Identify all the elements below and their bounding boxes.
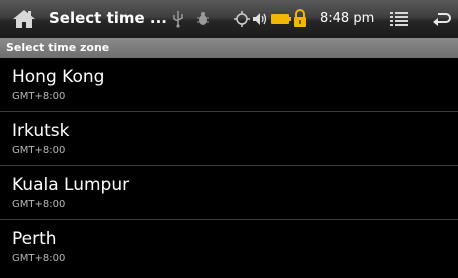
timezone-name: Kuala Lumpur <box>12 175 130 195</box>
menu-icon[interactable] <box>390 11 408 27</box>
timezone-offset: GMT+8:00 <box>12 253 66 264</box>
timezone-row[interactable]: Hong Kong GMT+8:00 <box>0 58 458 112</box>
back-icon[interactable] <box>432 11 452 27</box>
home-icon[interactable] <box>12 8 36 30</box>
timezone-name: Hong Kong <box>12 67 105 87</box>
timezone-offset: GMT+8:00 <box>12 91 66 102</box>
gps-icon <box>234 11 250 27</box>
section-header: Select time zone <box>0 38 458 58</box>
battery-icon <box>271 14 291 24</box>
status-time: 8:48 pm <box>320 11 375 26</box>
title-bar: Select time ... 8:48 pm <box>0 0 458 39</box>
usb-icon <box>173 11 183 28</box>
timezone-offset: GMT+8:00 <box>12 199 66 210</box>
timezone-row[interactable]: Perth GMT+8:00 <box>0 220 458 274</box>
timezone-offset: GMT+8:00 <box>12 145 66 156</box>
timezone-list: Hong Kong GMT+8:00 Irkutsk GMT+8:00 Kual… <box>0 58 458 274</box>
timezone-name: Irkutsk <box>12 121 70 141</box>
page-title: Select time ... <box>49 9 168 27</box>
timezone-row[interactable]: Kuala Lumpur GMT+8:00 <box>0 166 458 220</box>
timezone-name: Perth <box>12 229 57 249</box>
screen: Select time ... 8:48 pm Select time zone… <box>0 0 458 278</box>
lock-icon <box>294 9 306 27</box>
timezone-row[interactable]: Irkutsk GMT+8:00 <box>0 112 458 166</box>
volume-icon <box>253 13 267 25</box>
bug-icon <box>197 12 209 25</box>
